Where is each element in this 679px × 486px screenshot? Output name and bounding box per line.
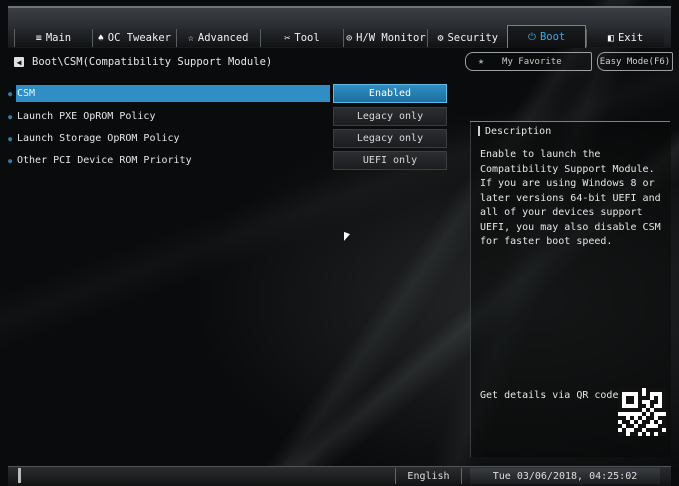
easy-mode-label: Easy Mode(F6) — [599, 56, 671, 67]
menu-icon: ≡ — [35, 32, 42, 44]
tab-label: Security — [447, 32, 499, 44]
main-tabs: ≡ Main ♠ OC Tweaker ☆ Advanced ✂ Tool ⊙ … — [14, 25, 665, 48]
row-bullet-icon: ● — [8, 134, 13, 143]
setting-label: Launch PXE OpROM Policy — [17, 111, 156, 122]
row-bullet-icon: ● — [8, 156, 13, 165]
row-bullet-icon: ● — [8, 89, 13, 98]
star-icon: ★ — [478, 56, 485, 67]
setting-row-storage[interactable]: ● Launch Storage OpROM Policy — [8, 130, 180, 147]
setting-label: Launch Storage OpROM Policy — [17, 133, 180, 144]
setting-value-pci[interactable]: UEFI only — [333, 151, 447, 170]
qr-label: Get details via QR code — [480, 390, 619, 401]
tab-hw-monitor[interactable]: ⊙ H/W Monitor — [343, 29, 428, 47]
tab-exit[interactable]: ◧ Exit — [586, 29, 665, 47]
description-title: Description — [485, 125, 552, 137]
tab-main[interactable]: ≡ Main — [14, 29, 92, 47]
star-icon: ☆ — [187, 32, 194, 44]
my-favorite-button[interactable]: ★ My Favorite — [465, 52, 592, 71]
my-favorite-label: My Favorite — [502, 56, 562, 67]
datetime-display: Tue 03/06/2018, 04:25:02 — [470, 468, 660, 484]
tab-label: H/W Monitor — [356, 32, 426, 44]
tab-label: Exit — [617, 32, 644, 44]
power-icon: ⏻ — [528, 31, 536, 43]
mouse-cursor-icon — [344, 231, 350, 244]
setting-label: CSM — [17, 88, 36, 99]
setting-value-storage[interactable]: Legacy only — [333, 129, 447, 148]
setting-label: Other PCI Device ROM Priority — [17, 155, 192, 166]
breadcrumb: ◀ Boot\CSM(Compatibility Support Module) — [14, 56, 272, 68]
description-header: Description — [470, 121, 670, 140]
tab-boot[interactable]: ⏻ Boot — [507, 25, 587, 48]
tab-security[interactable]: ⚙ Security — [427, 29, 508, 47]
selection-highlight — [16, 85, 330, 102]
back-arrow-icon[interactable]: ◀ — [14, 57, 24, 67]
description-text: Enable to launch the Compatibility Suppo… — [480, 149, 661, 247]
tab-oc-tweaker[interactable]: ♠ OC Tweaker — [91, 29, 176, 47]
header-marker-icon — [478, 126, 480, 136]
setting-value-csm[interactable]: Enabled — [333, 84, 447, 103]
rocket-icon: ♠ — [97, 32, 104, 44]
setting-value-pxe[interactable]: Legacy only — [333, 107, 447, 126]
tab-label: Tool — [294, 32, 320, 44]
setting-row-pci[interactable]: ● Other PCI Device ROM Priority — [8, 152, 192, 169]
tab-advanced[interactable]: ☆ Advanced — [175, 29, 260, 47]
tab-label: OC Tweaker — [107, 32, 171, 44]
exit-icon: ◧ — [607, 32, 614, 44]
setting-row-pxe[interactable]: ● Launch PXE OpROM Policy — [8, 108, 155, 125]
tab-label: Boot — [539, 31, 566, 43]
language-button[interactable]: English — [395, 468, 462, 484]
tool-icon: ✂ — [284, 32, 291, 44]
breadcrumb-path: Boot\CSM(Compatibility Support Module) — [32, 56, 273, 68]
tab-tool[interactable]: ✂ Tool — [259, 29, 344, 47]
shield-icon: ⚙ — [437, 32, 444, 44]
monitor-icon: ⊙ — [346, 32, 353, 44]
qr-code-icon — [618, 388, 666, 436]
easy-mode-button[interactable]: Easy Mode(F6) — [597, 52, 673, 71]
row-bullet-icon: ● — [8, 112, 13, 121]
tab-label: Main — [45, 32, 72, 44]
tab-label: Advanced — [197, 32, 249, 44]
status-marker-icon — [18, 468, 21, 483]
